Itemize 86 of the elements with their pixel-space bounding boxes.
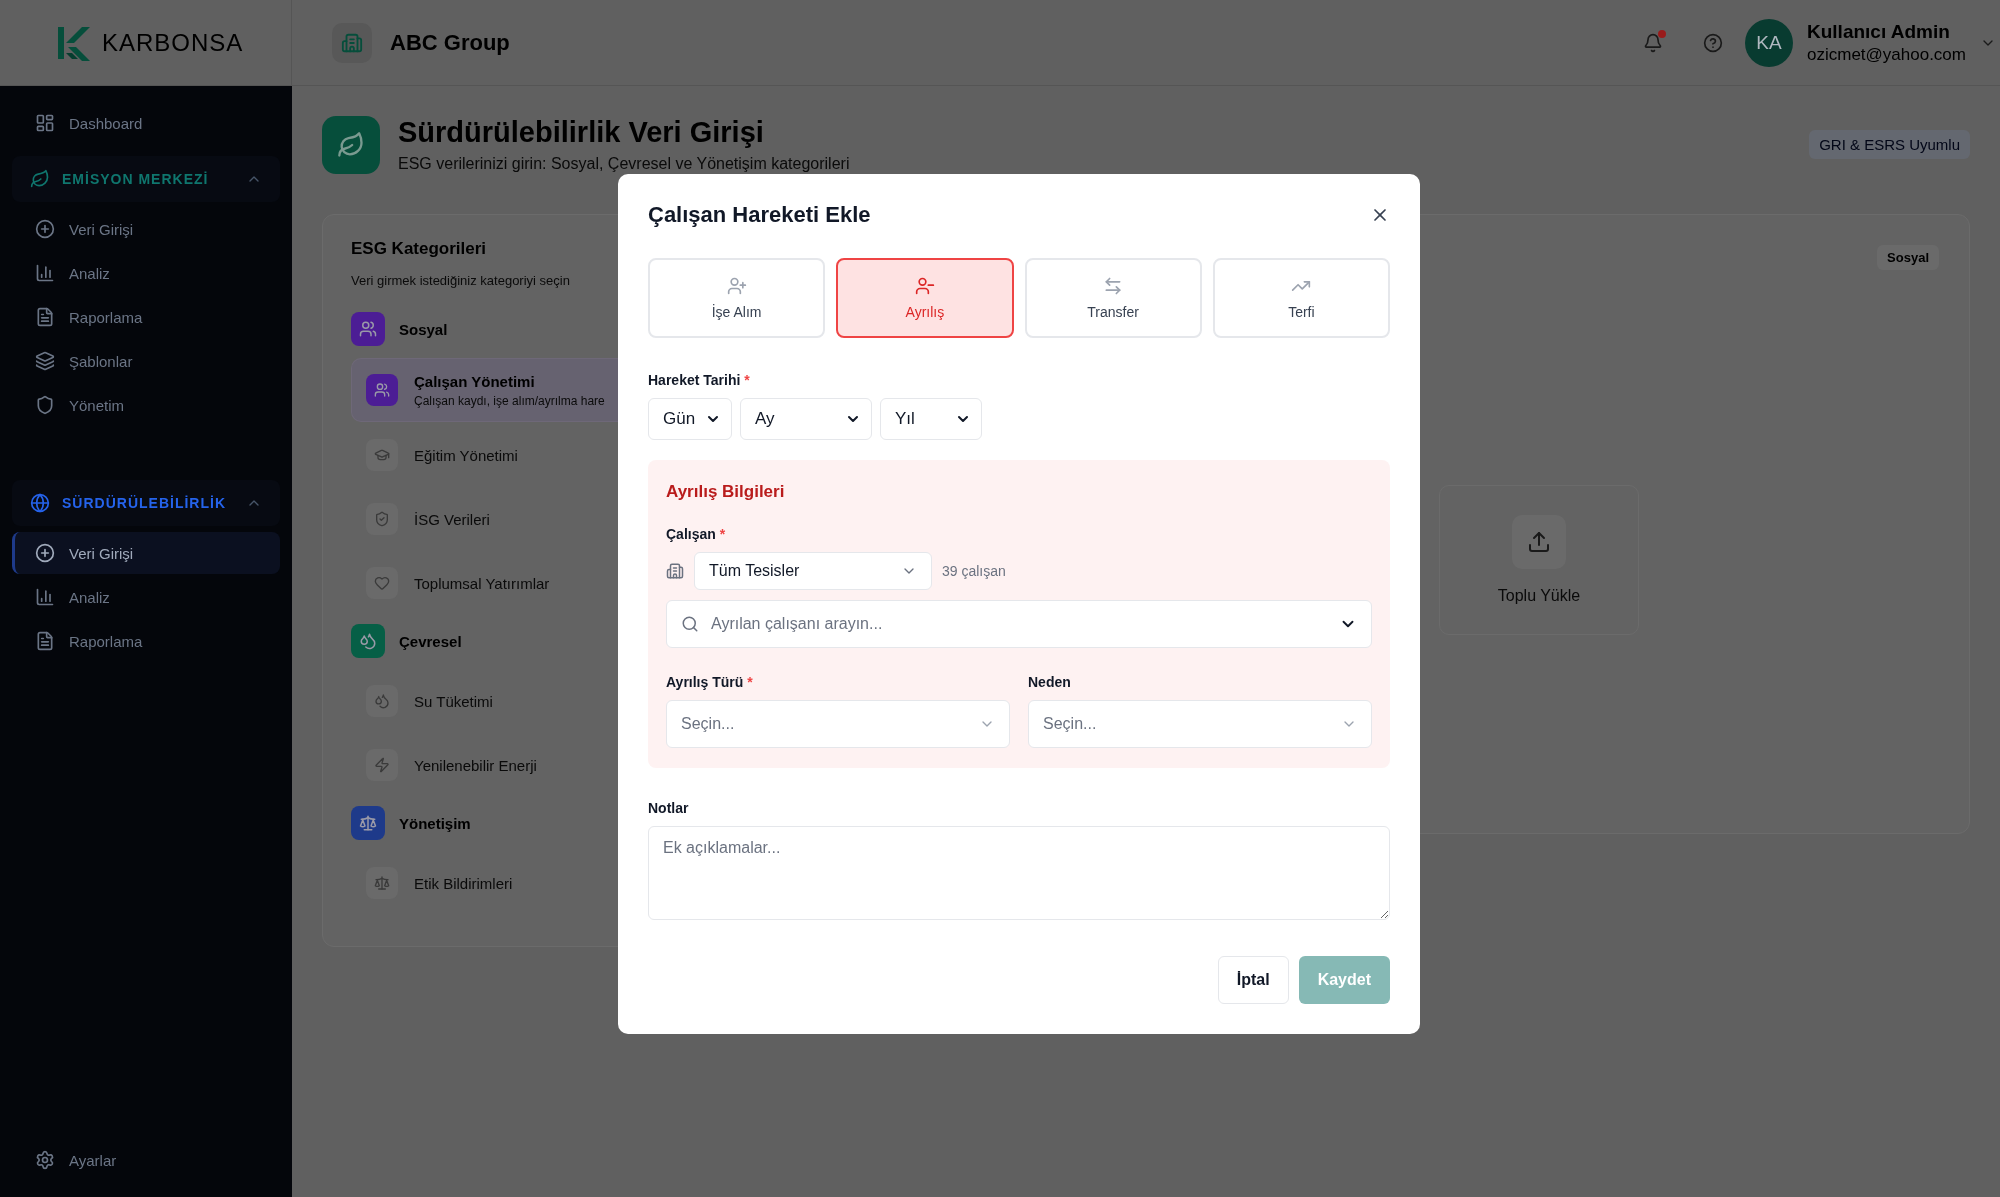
document-icon	[35, 631, 55, 651]
field-label: Ayrılış Türü *	[666, 674, 754, 690]
field-label: Çalışan *	[666, 526, 727, 542]
section-title: SÜRDÜRÜLEBİLİRLİK	[62, 495, 227, 511]
category-item[interactable]: Etik Bildirimleri	[351, 852, 631, 914]
user-plus-icon	[726, 276, 747, 296]
user-minus-icon	[914, 276, 935, 296]
upload-tile[interactable]: Toplu Yükle	[1439, 485, 1639, 635]
sidebar-item[interactable]: Yönetim	[12, 384, 280, 426]
dashboard-grid-icon	[35, 113, 55, 133]
category-group-title: Yönetişim	[399, 814, 471, 832]
users-icon	[366, 374, 398, 406]
category-description: Çalışan kaydı, işe alım/ayrılma hare	[414, 393, 605, 408]
movement-type-tab[interactable]: Ayrılış	[836, 258, 1014, 338]
plus-circle-icon	[35, 543, 55, 563]
sidebar-item[interactable]: Veri Girişi	[12, 532, 280, 574]
section-title: EMİSYON MERKEZİ	[62, 171, 210, 187]
droplet-icon	[366, 685, 398, 717]
section-title: Ayrılış Bilgileri	[666, 482, 786, 502]
plus-circle-icon	[35, 219, 55, 239]
sidebar-section-header[interactable]: SÜRDÜRÜLEBİLİRLİK	[12, 480, 280, 526]
notes-field[interactable]: Ek açıklamalar...	[648, 826, 1390, 920]
user-email: ozicmet@yahoo.com	[1807, 44, 1966, 65]
cancel-button[interactable]: İptal	[1217, 956, 1289, 1004]
category-item[interactable]: Yenilenebilir Enerji	[351, 734, 631, 796]
globe-icon	[30, 493, 50, 513]
scale-icon	[366, 867, 398, 899]
lightning-icon	[366, 749, 398, 781]
layers-icon	[35, 351, 55, 371]
employee-search-combobox[interactable]: Ayrılan çalışanı arayın...	[666, 600, 1372, 648]
compliance-badge: GRI & ESRS Uyumlu	[1809, 130, 1970, 159]
date-select[interactable]: Gün	[648, 398, 732, 440]
card-title: ESG Kategorileri	[351, 239, 488, 259]
leaf-icon	[30, 169, 50, 189]
graduation-cap-icon	[366, 439, 398, 471]
page-subtitle: ESG verilerinizi girin: Sosyal, Çevresel ve Yönetişim kategorileri	[398, 155, 851, 173]
category-group-title: Çevresel	[399, 632, 462, 650]
user-avatar[interactable]: KA	[1745, 18, 1793, 67]
building-icon	[666, 562, 684, 580]
dropdown-select[interactable]: Seçin...	[1028, 700, 1372, 748]
sidebar-item[interactable]: Analiz	[12, 252, 280, 294]
search-icon	[681, 615, 699, 633]
settings-icon	[35, 1150, 55, 1170]
category-item[interactable]: İSG Verileri	[351, 488, 631, 550]
shield-icon	[366, 503, 398, 535]
leaf-icon	[322, 116, 380, 174]
movement-type-tab[interactable]: İşe Alım	[648, 258, 826, 338]
search-input[interactable]: Ayrılan çalışanı arayın...	[709, 614, 1329, 634]
facility-select[interactable]: Tüm Tesisler	[694, 552, 932, 590]
sidebar-item[interactable]: Dashboard	[12, 102, 280, 144]
date-select[interactable]: Ay	[740, 398, 872, 440]
page-title: Sürdürülebilirlik Veri Girişi	[398, 116, 765, 149]
category-item[interactable]: Toplumsal Yatırımlar	[351, 552, 631, 614]
category-item[interactable]: Su Tüketimi	[351, 670, 631, 732]
employee-count: 39 çalışan	[942, 563, 1006, 579]
field-label: Notlar	[648, 800, 690, 816]
sidebar-item[interactable]: Raporlama	[12, 296, 280, 338]
sidebar-item[interactable]: Raporlama	[12, 620, 280, 662]
notification-icon[interactable]	[1643, 32, 1663, 53]
dropdown-select[interactable]: Seçin...	[666, 700, 1010, 748]
category-group-title: Sosyal	[399, 320, 448, 338]
sidebar-item[interactable]: Veri Girişi	[12, 208, 280, 250]
category-item[interactable]: Eğitim Yönetimi	[351, 424, 631, 486]
upload-icon	[1512, 515, 1566, 569]
settings-link[interactable]: Ayarlar	[12, 1139, 280, 1181]
field-label: Neden	[1028, 674, 1072, 690]
movement-type-tab[interactable]: Transfer	[1024, 258, 1202, 338]
card-subtitle: Veri girmek istediğiniz kategoriyi seçin	[351, 273, 571, 288]
dialog-title: Çalışan Hareketi Ekle	[648, 202, 871, 228]
sidebar-item[interactable]: Analiz	[12, 576, 280, 618]
organization-name: ABC Group	[390, 29, 510, 56]
sidebar-item[interactable]: Şablonlar	[12, 340, 280, 382]
user-name: Kullanıcı Admin	[1807, 20, 1951, 43]
building-icon	[332, 22, 372, 63]
field-label: Hareket Tarihi *	[648, 372, 751, 388]
sidebar-section-header[interactable]: EMİSYON MERKEZİ	[12, 156, 280, 202]
date-select[interactable]: Yıl	[880, 398, 982, 440]
brand-name: KARBONSA	[102, 28, 244, 57]
bar-chart-icon	[35, 587, 55, 607]
logo-icon	[56, 24, 92, 61]
shield-icon	[35, 395, 55, 415]
movement-type-tab[interactable]: Terfi	[1212, 258, 1390, 338]
category-tag: Sosyal	[1877, 245, 1939, 270]
help-icon[interactable]	[1703, 32, 1723, 53]
document-icon	[35, 307, 55, 327]
bar-chart-icon	[35, 263, 55, 283]
